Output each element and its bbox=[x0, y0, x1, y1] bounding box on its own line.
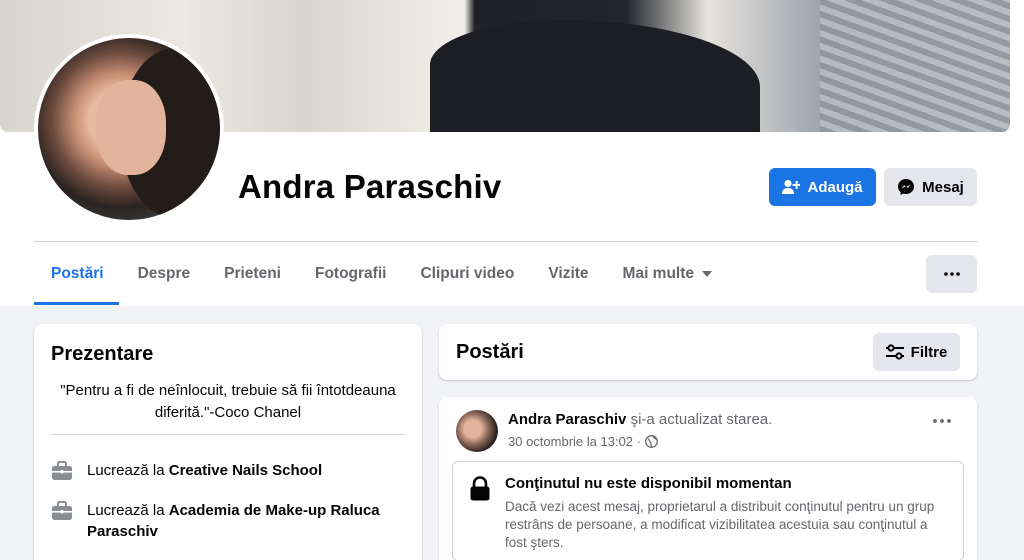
tab-vizite[interactable]: Vizite bbox=[531, 254, 605, 294]
more-icon bbox=[943, 272, 960, 276]
dropdown-caret-icon bbox=[702, 271, 713, 277]
posts-title: Postări bbox=[456, 341, 524, 363]
unavailable-text: Dacă vezi acest mesaj, proprietarul a di… bbox=[505, 499, 935, 550]
messenger-icon bbox=[898, 179, 915, 195]
post-card: Andra Paraschiv şi-a actualizat starea. … bbox=[439, 397, 977, 560]
add-friend-button[interactable]: Adaugă bbox=[769, 168, 876, 206]
unavailable-title: Conţinutul nu este disponibil momentan bbox=[505, 475, 792, 492]
work-text: Lucrează la Creative Nails School bbox=[87, 460, 322, 481]
briefcase-icon bbox=[52, 501, 72, 520]
tab-fotografii[interactable]: Fotografii bbox=[298, 254, 403, 294]
add-friend-label: Adaugă bbox=[807, 178, 863, 196]
filter-icon bbox=[885, 344, 904, 360]
message-label: Mesaj bbox=[922, 178, 964, 196]
post-header: Andra Paraschiv şi-a actualizat starea. bbox=[508, 411, 772, 428]
globe-icon bbox=[645, 435, 658, 448]
add-friend-icon bbox=[782, 179, 801, 194]
content-unavailable-box: Conţinutul nu este disponibil momentan D… bbox=[452, 461, 964, 560]
work-prefix: Lucrează la bbox=[87, 462, 165, 479]
post-more-icon[interactable] bbox=[933, 419, 951, 423]
briefcase-icon bbox=[52, 461, 72, 480]
intro-card: Prezentare "Pentru a fi de neînlocuit, t… bbox=[34, 324, 422, 560]
tab-label: Mai multe bbox=[622, 265, 695, 282]
tab-prieteni[interactable]: Prieteni bbox=[207, 254, 298, 294]
tab-label: Postări bbox=[51, 265, 104, 282]
tab-despre[interactable]: Despre bbox=[121, 254, 208, 294]
work-item: Lucrează la Creative Nails School bbox=[51, 460, 405, 481]
profile-tabs: Postări Despre Prieteni Fotografii Clipu… bbox=[34, 254, 729, 306]
active-tab-indicator bbox=[34, 302, 119, 305]
tab-label: Fotografii bbox=[314, 265, 387, 282]
post-action: şi-a actualizat starea. bbox=[630, 411, 773, 428]
post-author-avatar[interactable] bbox=[456, 410, 498, 452]
tab-mai-multe[interactable]: Mai multe bbox=[606, 254, 729, 294]
profile-picture-face bbox=[96, 80, 166, 175]
intro-bio: "Pentru a fi de neînlocuit, trebuie să f… bbox=[60, 382, 396, 421]
intro-divider bbox=[51, 434, 405, 435]
tab-label: Clipuri video bbox=[420, 265, 515, 282]
cover-photo-texture bbox=[820, 0, 1010, 132]
filter-label: Filtre bbox=[910, 343, 948, 361]
work-prefix: Lucrează la bbox=[87, 502, 165, 519]
cover-photo-detail bbox=[430, 20, 760, 132]
more-options-button[interactable] bbox=[926, 255, 977, 293]
message-button[interactable]: Mesaj bbox=[884, 168, 977, 206]
filter-button[interactable]: Filtre bbox=[873, 333, 960, 371]
post-meta: 30 octombrie la 13:02 · bbox=[508, 434, 658, 449]
work-text: Lucrează la Academia de Make-up Raluca P… bbox=[87, 500, 405, 542]
profile-name: Andra Paraschiv bbox=[238, 168, 502, 205]
tab-label: Despre bbox=[137, 265, 191, 282]
tab-label: Prieteni bbox=[224, 265, 281, 282]
tab-label: Vizite bbox=[548, 265, 589, 282]
intro-title: Prezentare bbox=[51, 343, 154, 365]
work-place[interactable]: Creative Nails School bbox=[169, 462, 322, 479]
tab-clipuri-video[interactable]: Clipuri video bbox=[403, 254, 531, 294]
work-item: Lucrează la Academia de Make-up Raluca P… bbox=[51, 500, 405, 542]
lock-icon bbox=[470, 476, 490, 501]
header-divider bbox=[34, 241, 978, 242]
tab-postari[interactable]: Postări bbox=[34, 254, 121, 294]
profile-picture[interactable] bbox=[34, 34, 224, 224]
post-date[interactable]: 30 octombrie la 13:02 · bbox=[508, 434, 641, 449]
post-author[interactable]: Andra Paraschiv bbox=[508, 411, 626, 428]
